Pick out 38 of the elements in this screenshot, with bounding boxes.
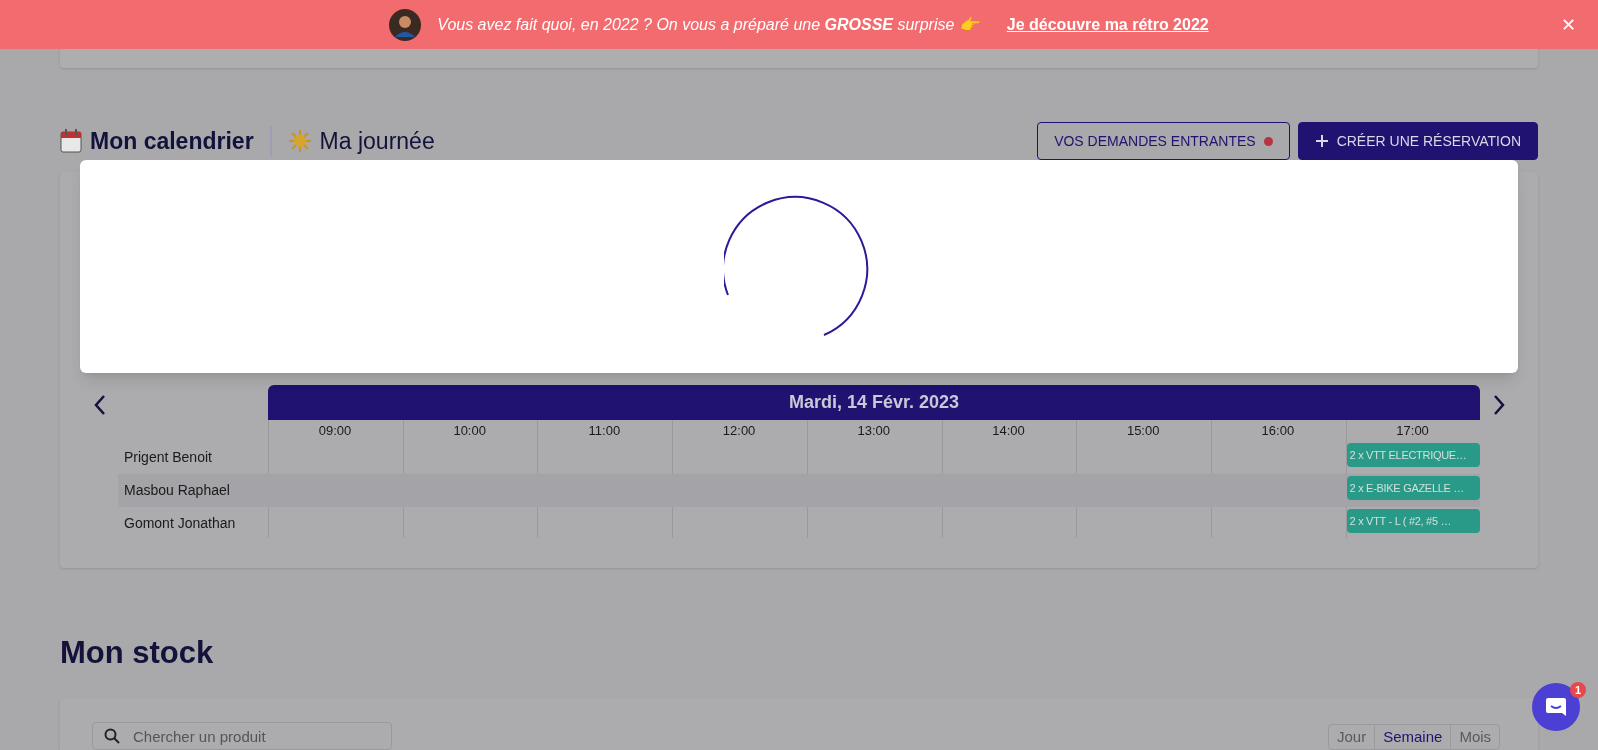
resource-name: Masbou Raphael	[124, 481, 230, 500]
sun-icon	[287, 129, 312, 153]
section-title: Mon stock	[60, 634, 214, 672]
chat-icon	[1545, 696, 1567, 718]
avatar-icon	[389, 8, 422, 41]
view-toggle[interactable]: Mois	[1450, 725, 1500, 749]
requests-button[interactable]: VOS DEMANDES ENTRANTES	[1037, 122, 1290, 160]
create-reservation-button[interactable]: CRÉER UNE RÉSERVATION	[1297, 122, 1538, 160]
hour-label: 15:00	[1125, 422, 1161, 440]
plus-icon	[1314, 134, 1329, 148]
hour-label: 16:00	[1260, 422, 1296, 440]
hour-label: 14:00	[991, 422, 1026, 440]
resource-name: Gomont Jonathan	[124, 514, 236, 533]
date-header: Mardi, 14 Févr. 2023	[268, 385, 1480, 420]
banner-text: Vous avez fait quoi, en 2022 ? On vous a préparé une GROSSE surprise 👉	[437, 14, 979, 35]
hour-label: 17:00	[1395, 422, 1430, 440]
calendar-tab[interactable]: Mon calendrier	[60, 123, 270, 159]
close-button[interactable]: ✕	[1561, 12, 1576, 39]
view-toggle[interactable]: Semaine	[1374, 725, 1451, 749]
view-toggle[interactable]: Jour	[1329, 725, 1375, 749]
chevron-right-icon	[1493, 394, 1505, 416]
hour-label: 10:00	[452, 422, 487, 440]
chat-button[interactable]	[1532, 683, 1580, 731]
booking-event[interactable]: 2 x VTT - L ( #2, #5 …	[1346, 509, 1480, 533]
hour-label: 13:00	[856, 422, 892, 440]
chevron-left-icon	[94, 394, 106, 416]
banner-link[interactable]: Je découvre ma rétro 2022	[1006, 12, 1209, 37]
chat-badge: 1	[1570, 682, 1586, 698]
hour-label: 12:00	[721, 422, 757, 440]
hour-label: 09:00	[317, 422, 353, 440]
resource-name: Prigent Benoit	[124, 448, 212, 467]
calendar-icon	[60, 129, 82, 153]
search-icon	[104, 728, 120, 744]
hour-label: 11:00	[587, 422, 622, 440]
booking-event[interactable]: 2 x VTT ELECTRIQUE…	[1346, 443, 1480, 467]
search-field[interactable]: Chercher un produit	[92, 722, 392, 750]
calendar-tab[interactable]: Ma journée	[271, 123, 435, 159]
booking-event[interactable]: 2 x E-BIKE GAZELLE …	[1346, 476, 1480, 500]
